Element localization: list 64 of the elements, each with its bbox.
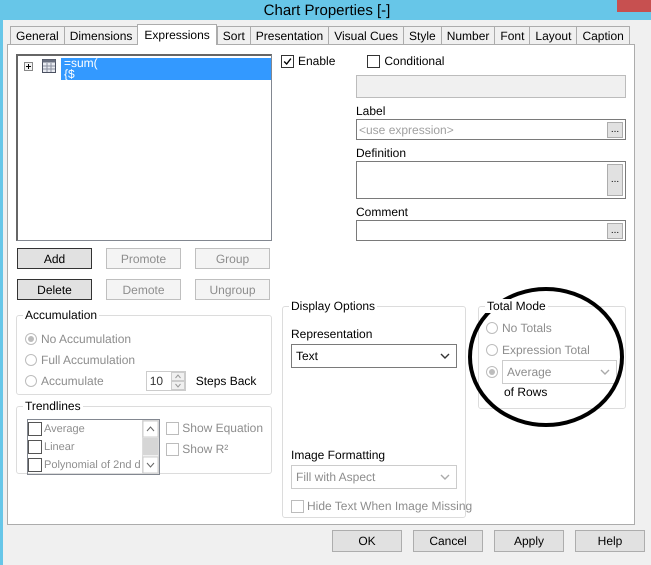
condition-field[interactable] [356, 75, 626, 98]
trendline-label: Linear [44, 441, 75, 453]
label-field[interactable]: <use expression> ... [356, 119, 626, 140]
group-title: Total Mode [485, 299, 548, 313]
tab[interactable]: Caption [576, 26, 630, 44]
browse-button[interactable]: ... [607, 122, 623, 138]
group-title: Trendlines [23, 399, 83, 413]
dialog-button[interactable]: Help [575, 530, 645, 552]
table-icon [42, 59, 56, 73]
definition-label: Definition [356, 146, 408, 160]
option-checkbox[interactable] [166, 422, 180, 434]
trendline-checkbox[interactable] [28, 440, 42, 454]
label-label: Label [356, 104, 386, 118]
hide-text-label: Hide Text When Image Missing [307, 499, 472, 513]
representation-dropdown[interactable]: Text [291, 344, 457, 368]
chevron-down-icon [440, 474, 450, 480]
radio-button[interactable] [25, 332, 37, 344]
scrollbar[interactable] [142, 420, 160, 474]
representation-label: Representation [291, 327, 374, 341]
radio-button[interactable] [25, 374, 37, 386]
spin-arrows-icon[interactable] [170, 372, 185, 390]
expression-button[interactable]: Delete [17, 279, 92, 300]
chevron-down-icon [440, 353, 450, 359]
close-button[interactable] [617, 0, 651, 12]
option-label: Show Equation [182, 421, 263, 435]
option-checkbox[interactable] [166, 442, 180, 456]
radio-label: No Accumulation [41, 332, 132, 346]
dialog-button[interactable]: OK [332, 530, 402, 552]
conditional-label: Conditional [384, 54, 444, 68]
window-title: Chart Properties [-] [264, 2, 390, 18]
expand-icon[interactable] [24, 62, 33, 71]
trendline-checkbox[interactable] [28, 458, 42, 472]
of-rows-label: of Rows [504, 385, 548, 399]
trendline-label: Average [44, 423, 85, 435]
option-label: Show R² [182, 442, 228, 456]
hide-text-checkbox[interactable] [291, 500, 304, 512]
trendline-label: Polynomial of 2nd d [44, 459, 141, 471]
enable-checkbox[interactable] [281, 54, 294, 68]
trendline-checkbox[interactable] [28, 422, 42, 436]
conditional-checkbox[interactable] [367, 54, 380, 68]
dialog-button[interactable]: Cancel [413, 530, 483, 552]
radio-label: No Totals [502, 321, 552, 335]
steps-spinbox[interactable]: 10 [146, 370, 186, 390]
chevron-down-icon [600, 369, 610, 375]
radio-label: Full Accumulation [41, 352, 136, 366]
group-title: Display Options [289, 299, 378, 313]
steps-label: Steps Back [196, 374, 256, 388]
enable-label: Enable [298, 54, 336, 68]
dialog-button[interactable]: Apply [494, 530, 564, 552]
radio-button[interactable] [486, 344, 498, 356]
image-formatting-label: Image Formatting [291, 448, 386, 462]
group-title: Accumulation [23, 308, 100, 322]
radio-button[interactable] [486, 366, 498, 378]
tab[interactable]: Sort [216, 26, 251, 44]
expression-button[interactable]: Add [17, 248, 92, 269]
radio-button[interactable] [25, 354, 37, 366]
radio-button[interactable] [486, 322, 498, 334]
tab[interactable]: Expressions [137, 24, 217, 45]
tab[interactable]: General [10, 26, 65, 44]
radio-label: Accumulate [41, 374, 104, 388]
tab[interactable]: Style [403, 26, 442, 44]
comment-label: Comment [356, 205, 410, 219]
tab[interactable]: Layout [529, 26, 578, 44]
radio-label: Expression Total [502, 343, 590, 357]
